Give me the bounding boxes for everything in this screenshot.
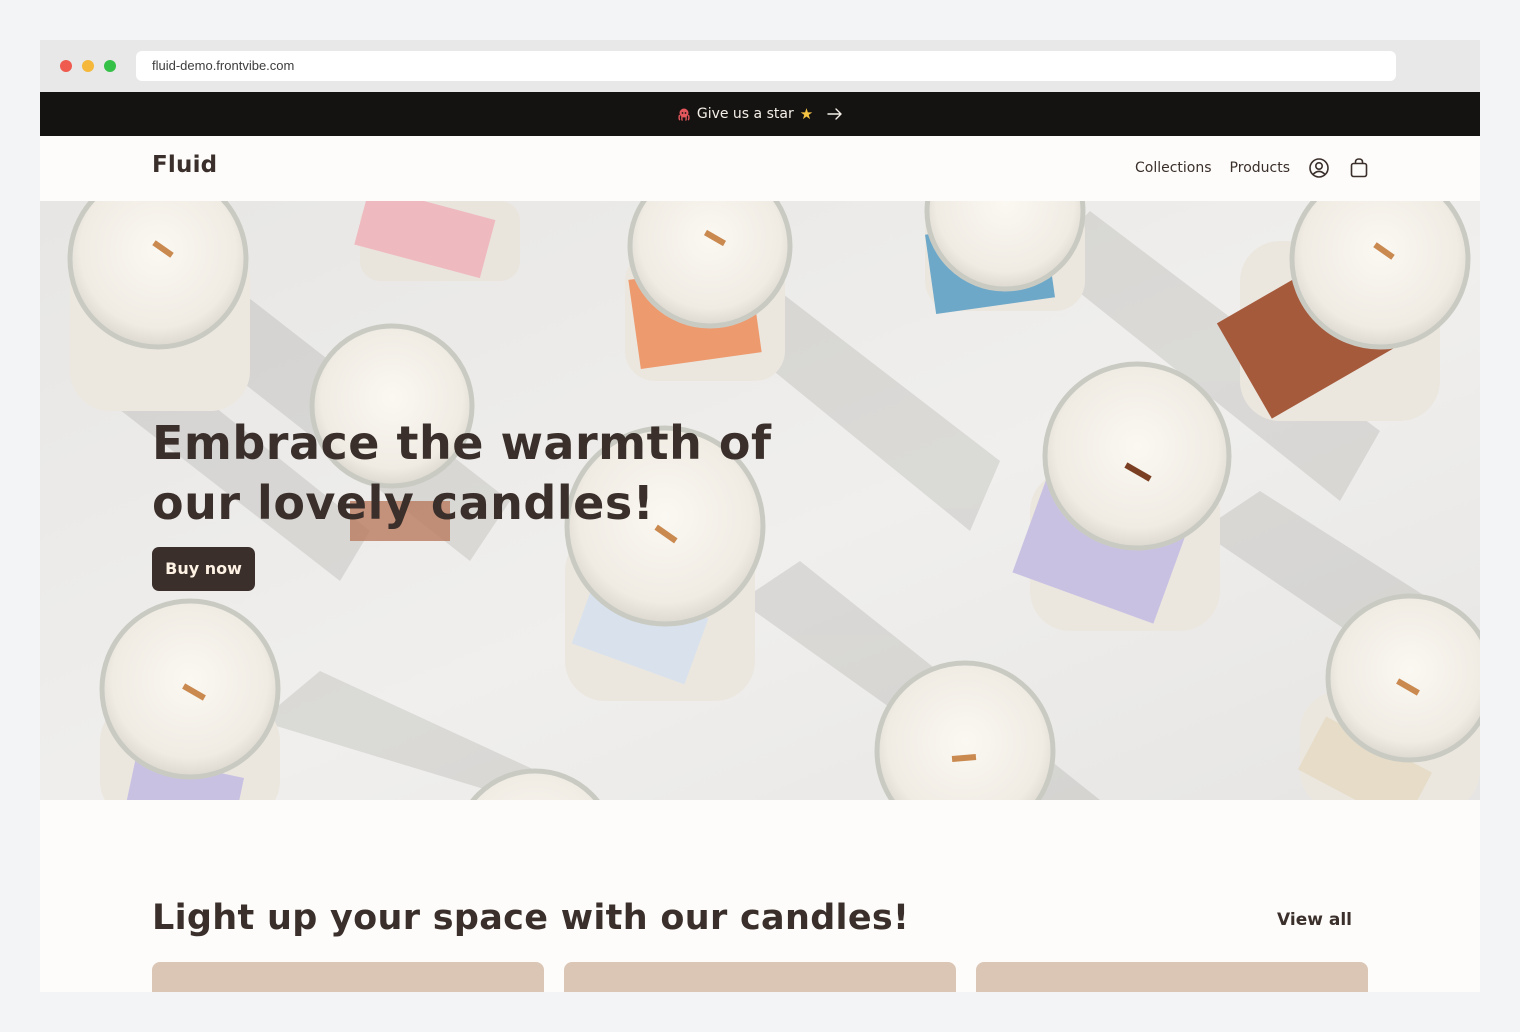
hero-title: Embrace the warmth of our lovely candles…	[152, 416, 772, 530]
address-bar[interactable]: fluid-demo.frontvibe.com	[136, 51, 1396, 81]
close-window-dot[interactable]	[60, 60, 72, 72]
product-card[interactable]	[976, 962, 1368, 992]
star-icon: ★	[799, 105, 814, 123]
nav-products-link[interactable]: Products	[1230, 154, 1290, 182]
account-icon[interactable]	[1308, 157, 1330, 179]
site-logo[interactable]: Fluid	[152, 152, 217, 178]
nav-collections-link[interactable]: Collections	[1135, 154, 1212, 182]
announcement-text: Give us a star	[696, 106, 794, 122]
site-header: Fluid Collections Products	[40, 136, 1480, 201]
featured-section-title: Light up your space with our candles!	[152, 898, 910, 938]
browser-chrome: fluid-demo.frontvibe.com	[40, 40, 1480, 92]
announcement-bar[interactable]: Give us a star ★	[40, 92, 1480, 136]
minimize-window-dot[interactable]	[82, 60, 94, 72]
maximize-window-dot[interactable]	[104, 60, 116, 72]
hero-banner: Embrace the warmth of our lovely candles…	[40, 201, 1480, 800]
bag-icon[interactable]	[1348, 157, 1370, 179]
product-card[interactable]	[564, 962, 956, 992]
arrow-right-icon	[827, 108, 842, 120]
buy-now-button[interactable]: Buy now	[152, 547, 255, 591]
main-nav: Collections Products	[1135, 154, 1370, 182]
octopus-icon	[678, 108, 690, 121]
product-card[interactable]	[152, 962, 544, 992]
view-all-link[interactable]: View all	[1277, 910, 1352, 930]
browser-window: fluid-demo.frontvibe.com Give us a star …	[40, 40, 1480, 992]
